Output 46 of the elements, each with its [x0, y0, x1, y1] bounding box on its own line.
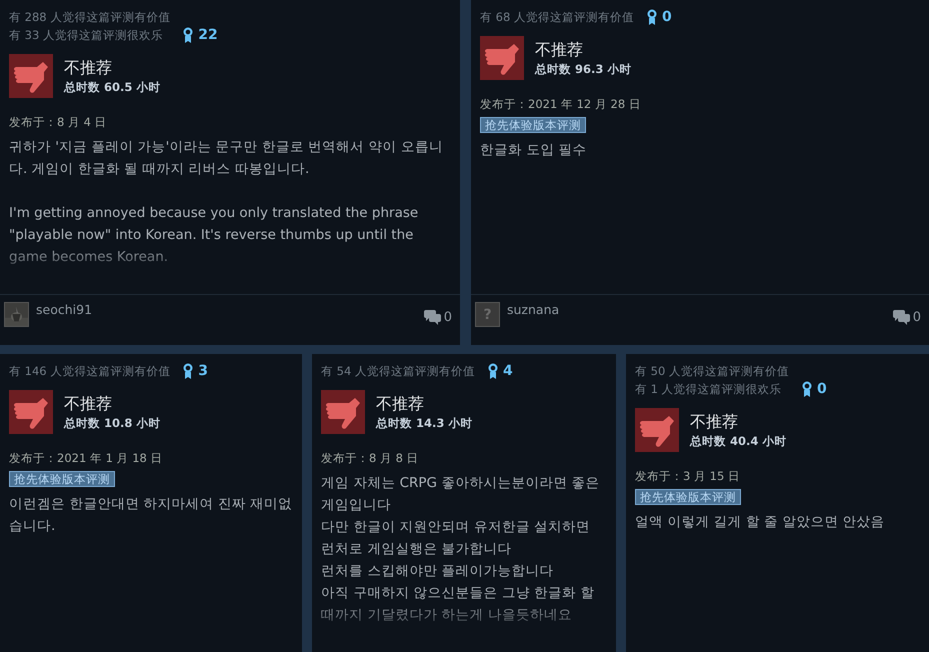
early-access-tag: 抢先体验版本评测	[480, 117, 586, 133]
award-icon	[646, 9, 658, 25]
award-icon	[182, 363, 194, 379]
award-count: 0	[662, 8, 672, 26]
post-date: 发布于：2021 年 12 月 28 日	[480, 96, 642, 112]
playtime: 总时数 14.3 小时	[376, 415, 472, 431]
review-body: 얼액 이렇게 길게 할 줄 알았으면 안샀음	[635, 513, 886, 532]
playtime: 总时数 10.8 小时	[64, 415, 160, 431]
award-icon	[800, 381, 813, 397]
helpful-count: 有 288 人觉得这篇评测有价值	[9, 9, 170, 26]
helpful-count: 有 54 人觉得这篇评测有价值	[321, 363, 475, 380]
verdict: 不推荐	[690, 411, 739, 433]
post-date: 发布于：3 月 15 日	[635, 468, 741, 484]
award-count: 0	[816, 380, 827, 398]
review-body: 한글화 도입 필수	[480, 141, 588, 160]
verdict: 不推荐	[64, 57, 113, 79]
comment-icon[interactable]	[892, 310, 910, 325]
helpful-count: 有 68 人觉得这篇评测有价值	[480, 9, 634, 26]
review-body: 이런겜은 한글안대면 하지마세여 진짜 재미없습니다.	[9, 495, 293, 536]
helpful-count: 有 146 人觉得这篇评测有价值	[9, 363, 170, 380]
playtime: 总时数 96.3 小时	[535, 61, 632, 77]
post-date: 发布于：2021 年 1 月 18 日	[9, 450, 164, 466]
playtime: 总时数 60.5 小时	[64, 79, 160, 95]
post-date: 发布于：8 月 8 日	[321, 450, 420, 466]
verdict: 不推荐	[535, 39, 584, 61]
helpful-count: 有 50 人觉得这篇评测有价值	[635, 363, 789, 380]
playtime: 总时数 40.4 小时	[690, 433, 786, 449]
helpful-count: 有 33 人觉得这篇评测很欢乐	[9, 27, 164, 44]
award-icon	[486, 363, 499, 379]
author-name[interactable]: seochi91	[36, 302, 417, 317]
author-name[interactable]: suznana	[507, 302, 886, 317]
helpful-count: 有 1 人觉得这篇评测很欢乐	[635, 381, 783, 398]
review-body: 게임 자체는 CRPG 좋아하시는분이라면 좋은 게임입니다 다만 한글이 지원안되며 유저한글 설치하면 런처로 게임실행은 불가합니다 런처를 스킵해야만 플레이가능합니다 아직 구매하지 않으신분들은 그냥 한글화 할 때까지 기달렸다가 하는게 나을듯하네요	[321, 474, 601, 625]
verdict: 不推荐	[64, 393, 113, 415]
award-count: 22	[198, 26, 218, 44]
award-icon	[182, 27, 194, 43]
award-count: 3	[198, 362, 208, 380]
comment-icon[interactable]	[424, 310, 441, 325]
verdict: 不推荐	[376, 393, 425, 415]
award-count: 4	[502, 362, 513, 380]
early-access-tag: 抢先体验版本评测	[635, 489, 741, 505]
comment-count: 0	[444, 310, 452, 325]
review-body: 귀하가 '지금 플레이 가능'이라는 문구만 한글로 번역해서 약이 오릅니다. 게임이 한글화 될 때까지 리버스 따봉입니다. I'm getting annoyed because you only translated the phrase "playable now" into Korean. It's reverse thumbs up until the game becomes Korean.	[9, 138, 444, 267]
comment-count: 0	[912, 310, 921, 325]
early-access-tag: 抢先体验版本评测	[9, 471, 115, 487]
post-date: 发布于：8 月 4 日	[9, 114, 108, 130]
